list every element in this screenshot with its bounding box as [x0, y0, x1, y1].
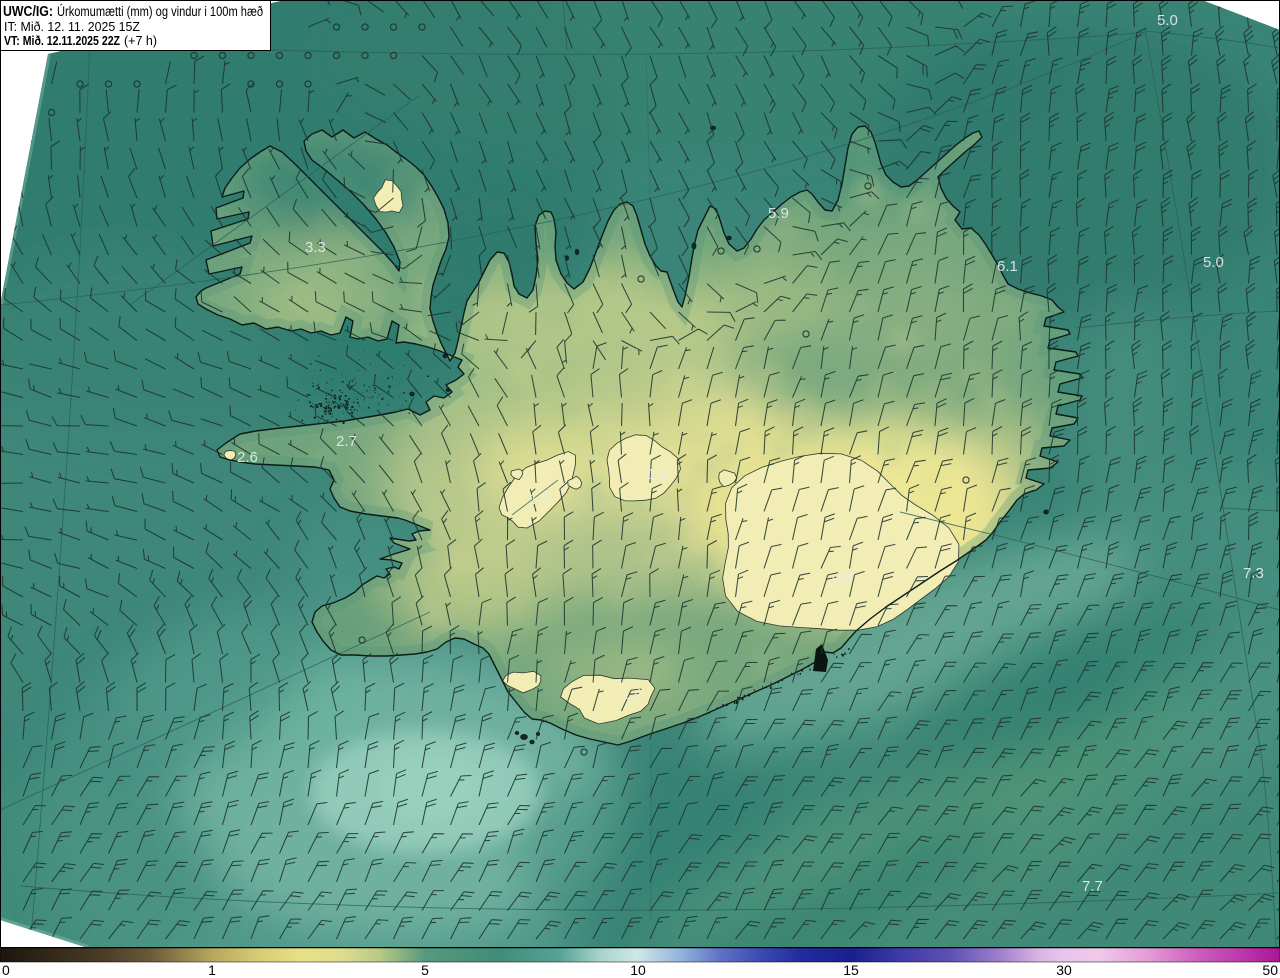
svg-text:3.3: 3.3 [305, 239, 326, 256]
svg-text:1: 1 [208, 962, 216, 978]
svg-text:Úrkomumætti (mm) og vindur i 1: Úrkomumætti (mm) og vindur i 100m hæð [57, 4, 263, 19]
svg-text:(+7 h): (+7 h) [124, 34, 157, 48]
svg-text:5.9: 5.9 [768, 205, 789, 222]
svg-text:15: 15 [843, 962, 859, 978]
svg-text:0: 0 [2, 962, 10, 978]
svg-text:30: 30 [1056, 962, 1072, 978]
svg-text:2.7: 2.7 [336, 433, 357, 450]
svg-text:7.7: 7.7 [1082, 878, 1103, 895]
svg-text:1.5: 1.5 [529, 491, 550, 508]
svg-text:5.0: 5.0 [1203, 254, 1224, 271]
svg-text:IT: Mið. 12. 11. 2025 15Z: IT: Mið. 12. 11. 2025 15Z [4, 20, 140, 34]
svg-text:1.4: 1.4 [621, 686, 642, 703]
svg-text:2.6: 2.6 [237, 449, 258, 466]
svg-text:7.3: 7.3 [1243, 565, 1264, 582]
svg-text:10: 10 [630, 962, 646, 978]
svg-text:0.8: 0.8 [832, 571, 853, 588]
svg-text:50: 50 [1262, 962, 1278, 978]
svg-text:1.3: 1.3 [647, 466, 668, 483]
svg-text:5.0: 5.0 [1157, 12, 1178, 29]
svg-text:5: 5 [421, 962, 429, 978]
svg-text:6.1: 6.1 [997, 258, 1018, 275]
svg-text:UWC/IG:: UWC/IG: [3, 4, 53, 20]
svg-text:VT: Mið. 12.11.2025 22Z: VT: Mið. 12.11.2025 22Z [4, 34, 120, 48]
